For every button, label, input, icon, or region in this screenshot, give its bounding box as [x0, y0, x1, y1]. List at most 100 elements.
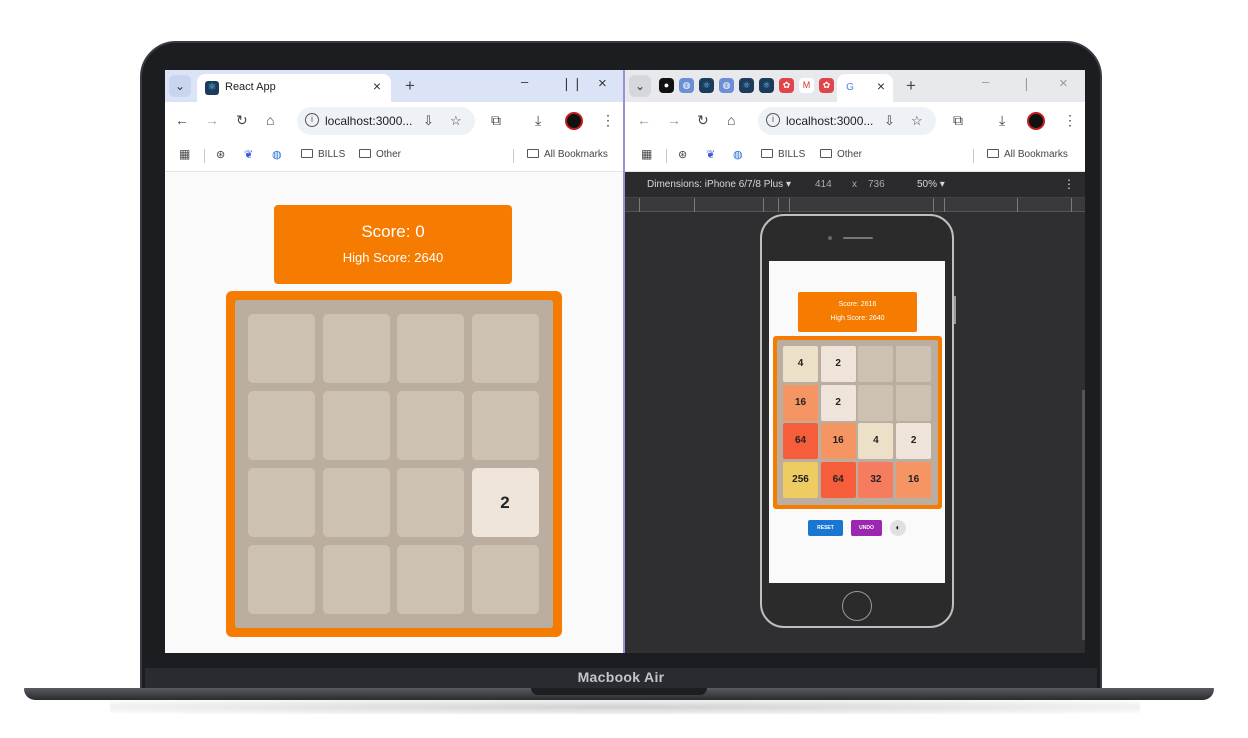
minimize-icon[interactable]: – — [982, 74, 989, 89]
bookmark-label: All Bookmarks — [544, 149, 608, 160]
media-query-ruler[interactable] — [625, 198, 1085, 212]
menu-kebab-icon[interactable]: ⋮ — [1063, 112, 1077, 129]
home-icon[interactable]: ⌂ — [266, 112, 274, 128]
phone-screen: Score: 2616 High Score: 2640 4 2 16 2 64 16 4 2… — [769, 261, 945, 583]
theme-toggle-icon[interactable]: ◐ — [890, 520, 906, 536]
zoom-select[interactable]: 50% ▾ — [917, 179, 945, 190]
grid-tile — [397, 468, 464, 537]
apps-grid-icon[interactable]: ▦ — [641, 147, 652, 161]
back-icon[interactable]: ← — [175, 112, 189, 128]
devtools-device-toolbar: Dimensions: iPhone 6/7/8 Plus ▾ 414 x 73… — [625, 172, 1085, 198]
new-tab-icon[interactable]: + — [405, 76, 415, 96]
download-icon[interactable]: ⤓ — [999, 112, 1005, 129]
apps-grid-icon[interactable]: ▦ — [179, 147, 190, 161]
phone-side-button — [954, 296, 956, 324]
address-bar[interactable]: i localhost:3000... ⇩ ☆ — [297, 107, 475, 135]
all-bookmarks[interactable]: All Bookmarks — [527, 149, 608, 160]
grid-tile — [896, 346, 932, 382]
grid-tile — [471, 314, 539, 383]
grid-tile — [896, 384, 932, 421]
extensions-icon[interactable]: ⧉ — [491, 112, 501, 129]
new-tab-icon[interactable]: + — [906, 76, 916, 96]
scrollbar[interactable] — [1082, 390, 1085, 640]
site-info-icon[interactable]: i — [766, 113, 780, 127]
menu-kebab-icon[interactable]: ⋮ — [601, 112, 615, 129]
tab-search-icon[interactable]: ⌄ — [629, 75, 651, 97]
devtools-more-icon[interactable]: ⋮ — [1063, 177, 1075, 191]
app-tab-icon[interactable]: ✿ — [819, 78, 834, 93]
github-tab-icon[interactable]: ● — [659, 78, 674, 93]
react-tab-icon[interactable]: ⚛ — [699, 78, 714, 93]
bookmark-star-icon[interactable]: ☆ — [911, 113, 923, 129]
app-tab-icon[interactable]: ◍ — [719, 78, 734, 93]
tab-active[interactable]: G × — [837, 74, 893, 102]
high-score-text: High Score: 2640 — [342, 250, 444, 265]
bookmark-folder-bills[interactable]: BILLS — [761, 149, 805, 160]
url-text: localhost:3000... — [786, 114, 874, 128]
tab-close-icon[interactable]: × — [877, 78, 885, 94]
download-icon[interactable]: ⤓ — [535, 112, 541, 129]
home-icon[interactable]: ⌂ — [727, 112, 735, 128]
grid-tile — [322, 314, 390, 383]
react-tab-icon[interactable]: ⚛ — [739, 78, 754, 93]
grid-tile: 256 — [783, 461, 818, 498]
tab-react-app[interactable]: ⚛ React App × — [197, 74, 391, 102]
bookmark-folder-bills[interactable]: BILLS — [301, 149, 345, 160]
folder-icon — [359, 149, 371, 158]
globe-bookmark-icon[interactable]: ◍ — [272, 148, 282, 161]
grid-tile — [322, 391, 390, 460]
profile-avatar[interactable] — [1027, 112, 1045, 130]
site-info-icon[interactable]: i — [305, 113, 319, 127]
bookmark-label: BILLS — [778, 149, 806, 160]
mobile-high-score-text: High Score: 2640 — [830, 315, 885, 322]
react-tab-icon[interactable]: ⚛ — [759, 78, 774, 93]
app-tab-icon[interactable]: ✿ — [779, 78, 794, 93]
tab-close-icon[interactable]: × — [373, 78, 381, 94]
minimize-icon[interactable]: – — [521, 74, 528, 89]
back-icon[interactable]: ← — [637, 112, 651, 128]
forward-icon[interactable]: → — [205, 112, 219, 128]
restore-icon[interactable]: ❘ — [1021, 76, 1032, 92]
openai-bookmark-icon[interactable]: ⊛ — [216, 148, 225, 161]
close-window-icon[interactable]: × — [598, 75, 607, 92]
globe-bookmark-icon[interactable]: ◍ — [733, 148, 743, 161]
restore-icon[interactable]: ❘❘ — [561, 76, 583, 92]
height-input[interactable]: 736 — [868, 179, 885, 190]
grid-tile — [248, 391, 315, 460]
close-window-icon[interactable]: × — [1059, 75, 1068, 92]
bookmark-folder-other[interactable]: Other — [359, 149, 401, 160]
width-input[interactable]: 414 — [815, 179, 832, 190]
bookmark-star-icon[interactable]: ☆ — [450, 113, 462, 129]
ruler-tick — [763, 198, 764, 212]
grid-tile — [248, 545, 315, 614]
mobile-game-board: 4 2 16 2 64 16 4 2 256 64 32 16 — [773, 336, 942, 509]
bird-bookmark-icon[interactable]: ❦ — [244, 148, 253, 161]
bookmark-separator — [973, 149, 974, 163]
gmail-tab-icon[interactable]: M — [799, 78, 814, 93]
profile-avatar[interactable] — [565, 112, 583, 130]
grid-tile — [397, 391, 464, 460]
install-app-icon[interactable]: ⇩ — [884, 113, 895, 129]
mobile-game-grid: 4 2 16 2 64 16 4 2 256 64 32 16 — [777, 340, 938, 505]
install-app-icon[interactable]: ⇩ — [423, 113, 434, 129]
tab-bar: ⌄ ● ◍ ⚛ ◍ ⚛ ⚛ ✿ M ✿ G × + – ❘ × — [625, 70, 1085, 102]
all-bookmarks[interactable]: All Bookmarks — [987, 149, 1068, 160]
bird-bookmark-icon[interactable]: ❦ — [706, 148, 715, 161]
reload-icon[interactable]: ↻ — [236, 112, 248, 129]
app-tab-icon[interactable]: ◍ — [679, 78, 694, 93]
mobile-score-text: Score: 2616 — [838, 301, 877, 308]
forward-icon[interactable]: → — [667, 112, 681, 128]
openai-bookmark-icon[interactable]: ⊛ — [678, 148, 687, 161]
extensions-icon[interactable]: ⧉ — [953, 112, 963, 129]
device-select[interactable]: Dimensions: iPhone 6/7/8 Plus ▾ — [647, 179, 791, 190]
reset-button[interactable]: RESET — [808, 520, 843, 536]
reload-icon[interactable]: ↻ — [697, 112, 709, 129]
bookmark-folder-other[interactable]: Other — [820, 149, 862, 160]
grid-tile: 4 — [783, 346, 818, 382]
laptop-shadow — [110, 700, 1140, 714]
tab-search-icon[interactable]: ⌄ — [169, 75, 191, 97]
address-bar[interactable]: i localhost:3000... ⇩ ☆ — [758, 107, 936, 135]
undo-button[interactable]: UNDO — [851, 520, 882, 536]
folder-icon — [527, 149, 539, 158]
bookmark-separator — [513, 149, 514, 163]
